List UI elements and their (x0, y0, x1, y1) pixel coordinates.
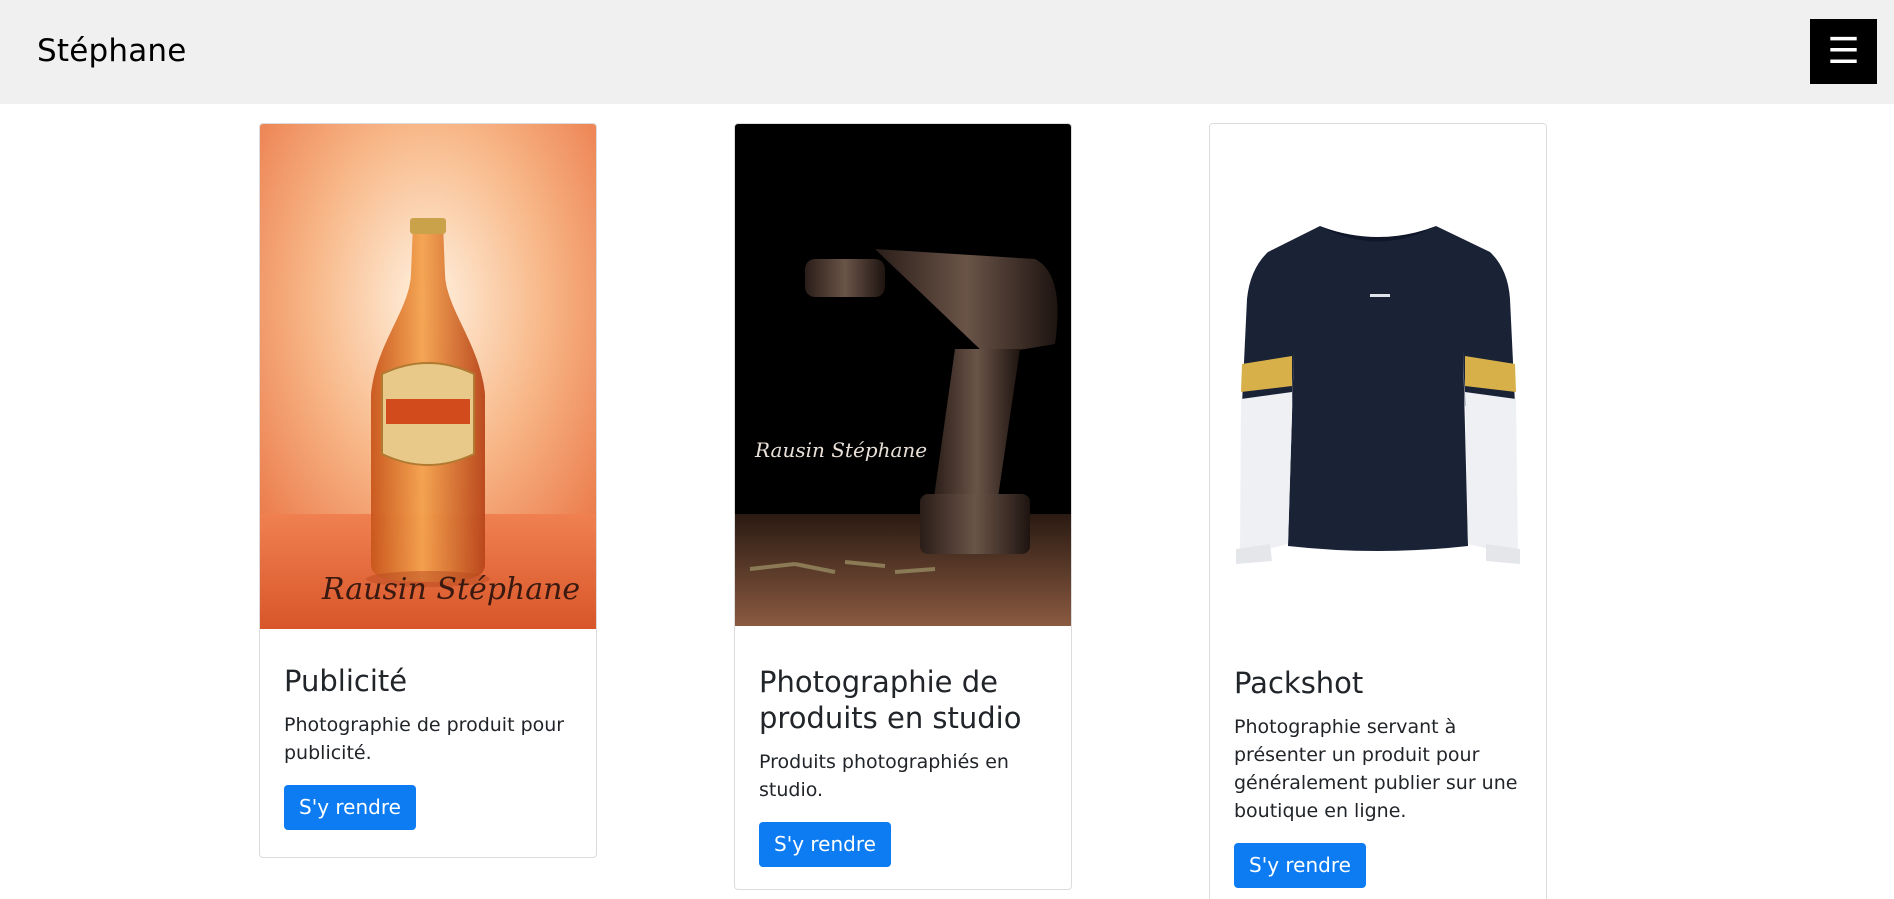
card-publicite: Rausin Stéphane Publicité Photographie d… (259, 123, 597, 858)
go-button[interactable]: S'y rendre (759, 822, 891, 867)
card-title: Packshot (1234, 666, 1364, 700)
card-title: Publicité (284, 664, 408, 698)
card-studio: Rausin Stéphane Photographie de produits… (734, 123, 1072, 890)
power-drill-photo: Rausin Stéphane (735, 124, 1071, 626)
navbar-brand[interactable]: Stéphane (37, 33, 187, 69)
card-text: Photographie de produit pour publicité. (284, 714, 565, 764)
orange-bottle-photo: Rausin Stéphane (260, 124, 596, 629)
navbar: Stéphane ☰ (0, 0, 1894, 104)
card-text: Photographie servant à présenter un prod… (1234, 716, 1518, 822)
go-button[interactable]: S'y rendre (284, 785, 416, 830)
card-packshot: Packshot Photographie servant à présente… (1209, 123, 1547, 899)
photo-signature: Rausin Stéphane (322, 572, 581, 607)
go-button[interactable]: S'y rendre (1234, 843, 1366, 888)
navy-sweater-photo (1210, 124, 1546, 629)
card-text: Produits photographiés en studio. (759, 751, 1009, 801)
card-title: Photographie de produits en studio (759, 665, 1022, 735)
photo-signature: Rausin Stéphane (755, 438, 928, 462)
hamburger-menu-icon[interactable]: ☰ (1810, 19, 1877, 84)
